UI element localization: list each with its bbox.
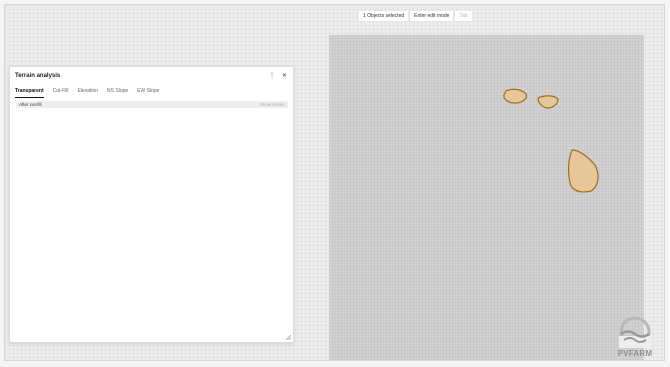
tab-ew-slope[interactable]: EW Slope xyxy=(137,88,159,98)
tab-ns-slope[interactable]: NS Slope xyxy=(107,88,128,98)
panel-header-actions: ⋮ ✕ xyxy=(269,72,287,79)
resize-handle-icon[interactable] xyxy=(286,335,291,340)
show-terrain-button[interactable]: Show terrain xyxy=(260,102,285,107)
terrain-polygon-2[interactable] xyxy=(537,95,559,109)
tab-transparent[interactable]: Transparent xyxy=(15,88,44,98)
after-cut-fill-row: After cut-fill Show terrain xyxy=(16,101,288,108)
terrain-polygon-3[interactable] xyxy=(568,149,599,193)
tab-cut-fill[interactable]: Cut-Fill xyxy=(53,88,69,98)
close-icon[interactable]: ✕ xyxy=(282,72,287,79)
app-window: 1 Objects selected Enter edit mode Tab P… xyxy=(4,4,665,361)
objects-selected-label: 1 Objects selected xyxy=(359,11,409,21)
terrain-analysis-panel: Terrain analysis ⋮ ✕ Transparent Cut-Fil… xyxy=(9,66,294,343)
map-canvas[interactable] xyxy=(329,35,644,360)
more-vertical-icon[interactable]: ⋮ xyxy=(269,72,275,79)
tab-shortcut-hint: Tab xyxy=(455,11,472,21)
pvfarm-logo-mark xyxy=(619,316,651,348)
panel-title: Terrain analysis xyxy=(15,73,61,79)
tab-elevation[interactable]: Elevation xyxy=(77,88,98,98)
pvfarm-logo: PVFARM xyxy=(615,316,655,360)
enter-edit-mode-button[interactable]: Enter edit mode xyxy=(410,11,454,21)
pvfarm-logo-text: PVFARM xyxy=(617,349,653,358)
terrain-tabs: Transparent Cut-Fill Elevation NS Slope … xyxy=(15,88,159,98)
after-cut-fill-label: After cut-fill xyxy=(19,102,42,107)
terrain-shapes xyxy=(503,88,599,193)
terrain-polygon-1[interactable] xyxy=(503,88,527,104)
selection-toolbar: 1 Objects selected Enter edit mode Tab xyxy=(359,11,472,21)
